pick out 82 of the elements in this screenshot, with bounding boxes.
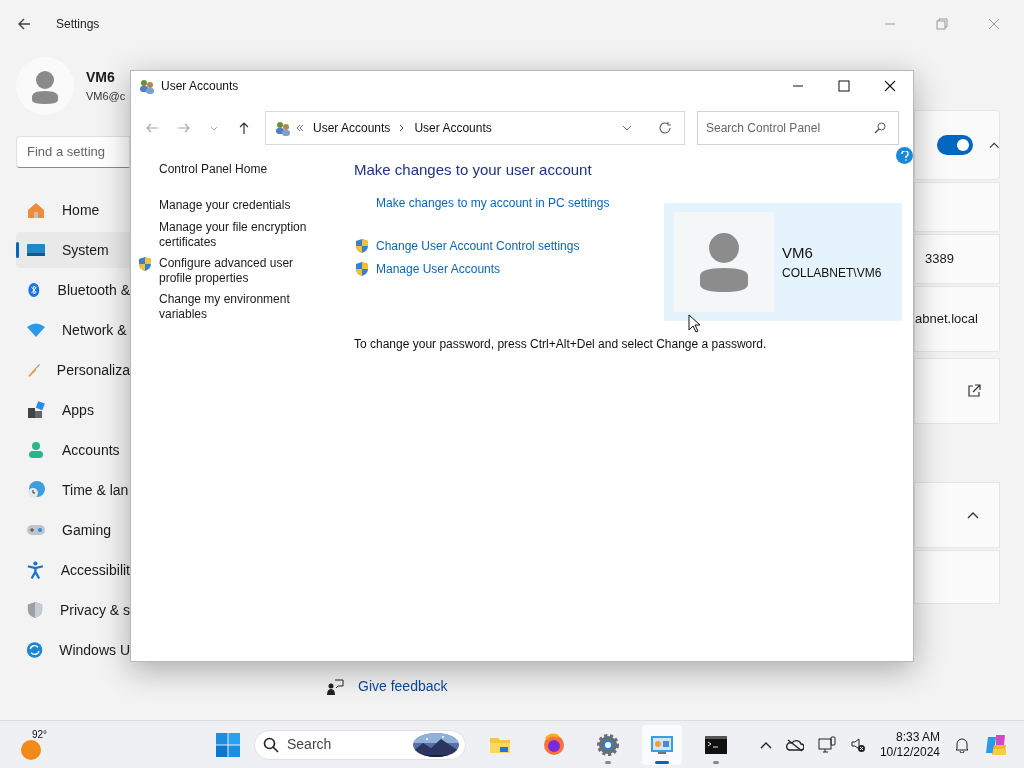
nav-item[interactable]: Accounts [16, 432, 130, 468]
account-domain: COLLABNET\VM6 [782, 265, 882, 283]
dropdown-icon[interactable] [622, 123, 632, 133]
copilot-icon[interactable] [984, 732, 1008, 757]
search-icon [263, 736, 279, 753]
sidebar-link[interactable]: Change my environment variables [159, 292, 319, 322]
nav-item[interactable]: Windows U [16, 632, 130, 668]
gear-icon [596, 732, 620, 757]
account-name: VM6 [782, 242, 814, 263]
page-heading: Make changes to your user account [354, 160, 593, 180]
search-field[interactable]: Find a setting [16, 136, 130, 168]
nav-item[interactable]: Privacy & s [16, 592, 130, 628]
nav-item[interactable]: System [16, 232, 130, 268]
chevron-right-icon [399, 124, 406, 132]
password-hint: To change your password, press Ctrl+Alt+Del and select Change a password. [354, 335, 768, 353]
address-bar[interactable]: User Accounts User Accounts [265, 111, 685, 145]
help-icon[interactable] [896, 147, 913, 164]
nav-item[interactable]: Personaliza [16, 352, 130, 388]
chevron-up-icon[interactable] [988, 141, 999, 149]
speaker-muted-icon[interactable] [849, 736, 866, 753]
clock-date[interactable]: 10/12/2024 [879, 744, 940, 760]
pc-name: abnet.local [915, 310, 978, 329]
sidebar-link[interactable]: Control Panel Home [159, 162, 319, 177]
nav-item[interactable]: Network & [16, 312, 130, 348]
cursor-icon [688, 314, 700, 333]
search-field[interactable]: Search Control Panel [697, 111, 899, 145]
up-arrow-icon[interactable] [237, 121, 251, 135]
search-icon [874, 122, 886, 134]
bell-icon[interactable] [954, 736, 970, 753]
feedback-icon [326, 677, 344, 696]
weather-icon [20, 738, 42, 761]
window-title: Settings [56, 16, 100, 33]
cloud-icon[interactable] [785, 737, 804, 752]
close-icon[interactable] [884, 80, 896, 92]
nav-item[interactable]: Home [16, 192, 130, 228]
nav-item-icon [26, 400, 46, 420]
maximize-icon[interactable] [838, 80, 850, 92]
chevrons-icon [296, 124, 304, 132]
breadcrumb-item[interactable]: User Accounts [310, 119, 394, 137]
chevron-up-icon[interactable] [967, 511, 979, 519]
feedback-link[interactable]: Give feedback [358, 676, 448, 697]
breadcrumb-item[interactable]: User Accounts [411, 119, 495, 137]
users-icon [274, 120, 290, 136]
users-icon [138, 77, 155, 95]
chevron-up-icon[interactable] [759, 740, 772, 749]
shield-icon [354, 238, 370, 254]
shield-icon [354, 261, 370, 277]
dialog-title: User Accounts [161, 78, 239, 95]
nav-item[interactable]: Apps [16, 392, 130, 428]
toggle-switch[interactable] [937, 135, 973, 155]
search-field[interactable]: Search [254, 729, 466, 760]
nav-item-icon [26, 560, 45, 580]
start-icon[interactable] [216, 732, 240, 757]
nav-item-icon [26, 280, 42, 300]
temperature: 92° [32, 727, 48, 742]
nav-item[interactable]: Time & lan [16, 472, 130, 508]
task-link[interactable]: Make changes to my account in PC settings [376, 194, 610, 212]
clock-time[interactable]: 8:33 AM [895, 729, 940, 745]
user-name: VM6 [86, 68, 116, 88]
sidebar-link[interactable]: Manage your credentials [159, 198, 319, 213]
task-link[interactable]: Manage User Accounts [376, 260, 501, 278]
avatar-icon [16, 57, 74, 115]
sidebar-link[interactable]: Configure advanced user profile properties [159, 256, 319, 286]
nav-item-icon [26, 640, 44, 660]
shield-icon [137, 256, 153, 272]
user-email: VM6@c [86, 89, 126, 105]
user-icon [674, 212, 774, 312]
task-link[interactable]: Change User Account Control settings [376, 237, 580, 255]
nav-item[interactable]: Bluetooth & [16, 272, 130, 308]
external-link-icon[interactable] [967, 384, 981, 398]
nav-item[interactable]: Gaming [16, 512, 130, 548]
browser-icon [542, 732, 566, 757]
nav-item-icon [26, 200, 46, 220]
nav-item-icon [26, 600, 44, 620]
nav-item[interactable]: Accessibilit [16, 552, 130, 588]
refresh-icon[interactable] [658, 121, 672, 135]
sidebar-link[interactable]: Manage your file encryption certificates [159, 220, 319, 250]
port-number: 3389 [925, 250, 954, 269]
back-icon[interactable] [16, 16, 32, 32]
nav-item-icon [26, 440, 46, 460]
nav-item-icon [26, 480, 46, 500]
network-icon[interactable] [817, 735, 836, 754]
